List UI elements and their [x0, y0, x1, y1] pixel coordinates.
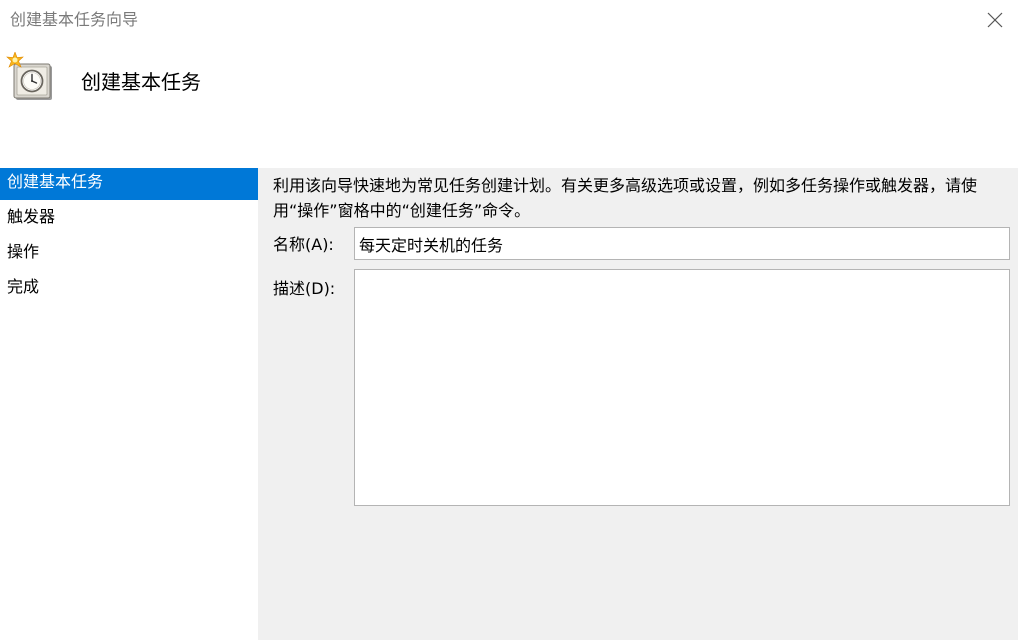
sidebar-item-action[interactable]: 操作 [0, 238, 258, 270]
window-title: 创建基本任务向导 [10, 10, 139, 29]
title-bar: 创建基本任务向导 [0, 0, 1018, 40]
name-input[interactable] [354, 227, 1010, 260]
sidebar-item-trigger[interactable]: 触发器 [0, 203, 258, 235]
wizard-description: 利用该向导快速地为常见任务创建计划。有关更多高级选项或设置，例如多任务操作或触发… [273, 176, 978, 220]
close-icon [987, 12, 1003, 28]
description-label: 描述(D): [273, 279, 336, 298]
description-textarea[interactable] [354, 269, 1010, 506]
wizard-steps-sidebar: 创建基本任务 触发器 操作 完成 [0, 168, 258, 640]
name-label: 名称(A): [273, 235, 334, 254]
close-button[interactable] [975, 0, 1015, 40]
sidebar-item-finish[interactable]: 完成 [0, 273, 258, 305]
scheduled-task-clock-icon [6, 51, 56, 104]
sidebar-item-create-basic-task[interactable]: 创建基本任务 [0, 168, 258, 200]
wizard-header: 创建基本任务 [0, 40, 1018, 168]
wizard-content: 利用该向导快速地为常见任务创建计划。有关更多高级选项或设置，例如多任务操作或触发… [258, 168, 1018, 640]
page-title: 创建基本任务 [81, 70, 201, 94]
